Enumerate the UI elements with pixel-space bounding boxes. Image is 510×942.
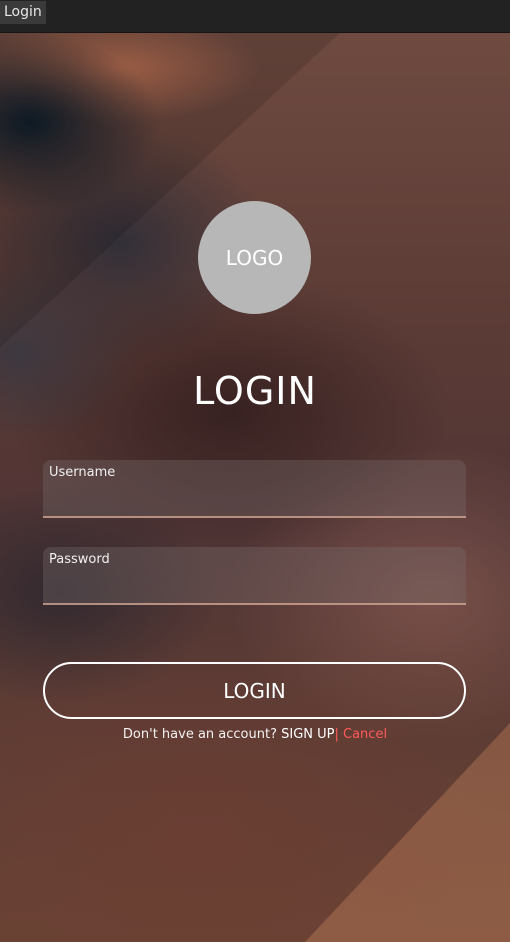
username-label: Username — [49, 465, 116, 480]
cancel-link[interactable]: | Cancel — [335, 727, 388, 742]
signup-link[interactable]: SIGN UP — [281, 727, 334, 742]
logo: LOGO — [198, 201, 311, 314]
logo-text: LOGO — [225, 245, 284, 270]
login-window: Login LOGO LOGIN Username Password LOGIN… — [0, 0, 510, 942]
signup-prompt-text: Don't have an account? — [122, 727, 282, 742]
password-input[interactable] — [49, 573, 460, 597]
page-title: LOGIN — [193, 369, 317, 413]
password-label: Password — [49, 552, 110, 567]
password-field[interactable]: Password — [43, 547, 466, 605]
background: LOGO LOGIN Username Password LOGIN Don't… — [0, 33, 510, 942]
signup-prompt: Don't have an account? SIGN UP| Cancel — [0, 727, 510, 742]
username-input[interactable] — [49, 486, 460, 510]
window-title: Login — [0, 1, 46, 24]
title-bar: Login — [0, 0, 510, 33]
username-field[interactable]: Username — [43, 460, 466, 518]
login-button[interactable]: LOGIN — [43, 662, 466, 719]
